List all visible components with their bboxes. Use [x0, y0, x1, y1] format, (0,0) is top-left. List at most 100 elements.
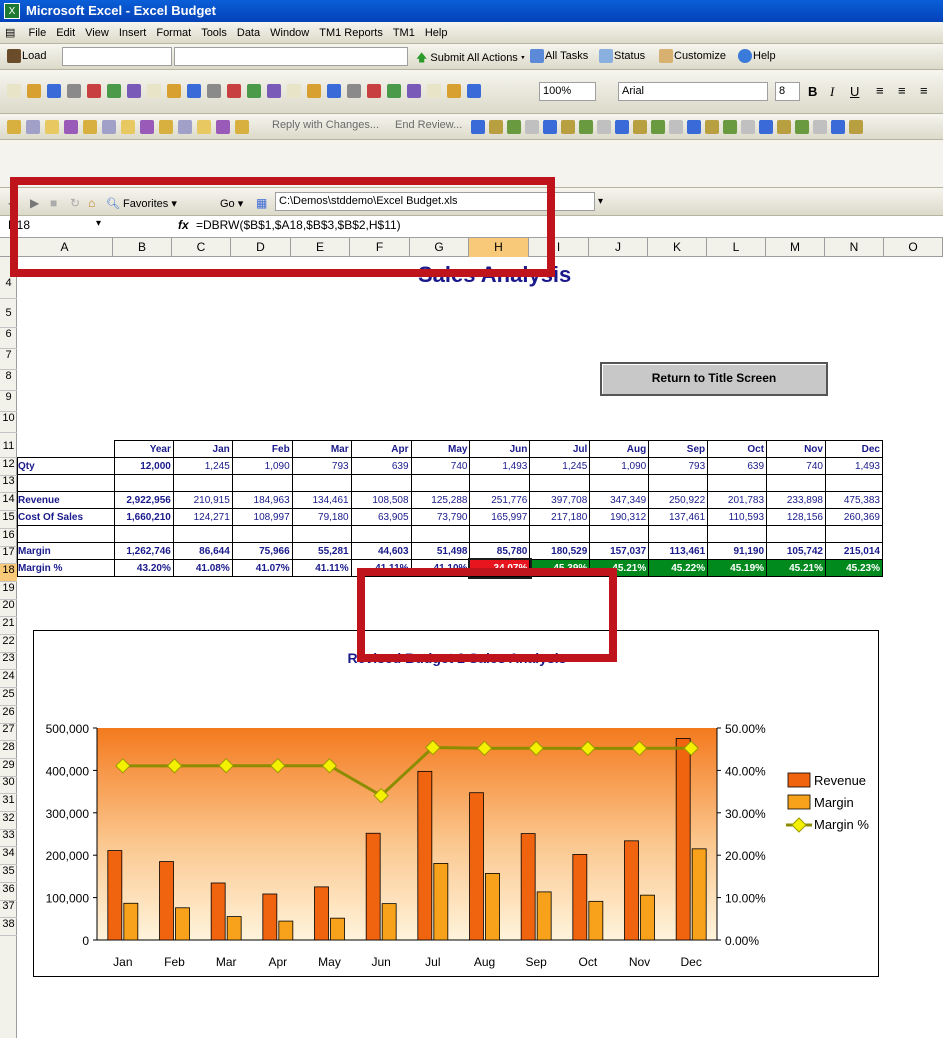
row-header-38[interactable]: 38: [0, 918, 17, 936]
qty-row-cell[interactable]: 639: [350, 457, 412, 475]
italic-button[interactable]: I: [830, 84, 834, 100]
blank-row-cell[interactable]: [469, 525, 531, 543]
revenue-row-cell[interactable]: 201,783: [707, 491, 768, 509]
qty-row-cell[interactable]: 639: [707, 457, 768, 475]
view-combo[interactable]: [174, 47, 408, 66]
header-row-cell[interactable]: Jan: [172, 440, 233, 458]
qty-row-cell[interactable]: 1,493: [469, 457, 531, 475]
margin-pct-row-cell[interactable]: 45.23%: [824, 559, 884, 577]
toolbar-icon[interactable]: [723, 120, 737, 134]
margin-pct-row-cell[interactable]: 41.11%: [291, 559, 352, 577]
row-header-17[interactable]: 17: [0, 546, 17, 565]
toolbar-icon[interactable]: [579, 120, 593, 134]
margin-bar[interactable]: [691, 848, 707, 941]
cost-row-cell[interactable]: 108,997: [231, 508, 293, 526]
toolbar-icon[interactable]: [127, 84, 141, 98]
blank-row-cell[interactable]: [648, 474, 709, 492]
blank-row-cell[interactable]: [589, 474, 650, 492]
qty-row-cell[interactable]: 12,000: [113, 457, 174, 475]
server-combo[interactable]: [62, 47, 172, 66]
size-combo[interactable]: 8: [775, 82, 800, 101]
blank-row-cell[interactable]: [113, 474, 174, 492]
toolbar-icon[interactable]: [207, 84, 221, 98]
toolbar-icon[interactable]: [467, 84, 481, 98]
bold-button[interactable]: B: [808, 84, 817, 99]
row-header-5[interactable]: 5: [0, 307, 17, 328]
row-header-35[interactable]: 35: [0, 865, 17, 883]
toolbar-icon[interactable]: [267, 84, 281, 98]
load-button[interactable]: Load: [6, 49, 46, 63]
margin-bar[interactable]: [381, 903, 397, 941]
revenue-bar[interactable]: [365, 832, 381, 941]
column-header-j[interactable]: J: [589, 238, 648, 257]
row-header-24[interactable]: 24: [0, 670, 17, 689]
header-row-cell[interactable]: Nov: [766, 440, 826, 458]
align-center-icon[interactable]: ≡: [898, 83, 906, 98]
toolbar-icon[interactable]: [543, 120, 557, 134]
revenue-row-cell[interactable]: 125,288: [410, 491, 471, 509]
toolbar-icon[interactable]: [216, 120, 230, 134]
margin-row-cell[interactable]: 75,966: [231, 542, 293, 560]
header-row-cell[interactable]: Oct: [707, 440, 768, 458]
margin-row-cell[interactable]: 44,603: [350, 542, 412, 560]
toolbar-icon[interactable]: [347, 84, 361, 98]
margin-bar[interactable]: [588, 900, 604, 941]
margin-row-cell[interactable]: 157,037: [589, 542, 650, 560]
cost-row-cell[interactable]: 124,271: [172, 508, 233, 526]
header-row-cell[interactable]: Jun: [469, 440, 531, 458]
toolbar-icon[interactable]: [287, 84, 301, 98]
menu-tm1[interactable]: TM1: [388, 23, 420, 39]
toolbar-icon[interactable]: [525, 120, 539, 134]
toolbar-icon[interactable]: [741, 120, 755, 134]
header-row-cell[interactable]: Apr: [350, 440, 412, 458]
margin-bar[interactable]: [485, 873, 500, 941]
margin-bar[interactable]: [330, 917, 345, 941]
row-header-34[interactable]: 34: [0, 847, 17, 866]
column-header-m[interactable]: M: [766, 238, 825, 257]
blank-row-cell[interactable]: [231, 525, 293, 543]
row-header-16[interactable]: 16: [0, 529, 17, 547]
revenue-row-cell[interactable]: 250,922: [648, 491, 709, 509]
toolbar-icon[interactable]: [7, 120, 21, 134]
toolbar-icon[interactable]: [597, 120, 611, 134]
toolbar-icon[interactable]: [489, 120, 503, 134]
cost-row-cell[interactable]: 110,593: [707, 508, 768, 526]
qty-row-cell[interactable]: 740: [766, 457, 826, 475]
blank-row-cell[interactable]: [291, 474, 352, 492]
header-row-cell[interactable]: Mar: [291, 440, 352, 458]
margin-row-cell[interactable]: 180,529: [529, 542, 591, 560]
revenue-row-cell[interactable]: 251,776: [469, 491, 531, 509]
row-header-30[interactable]: 30: [0, 776, 17, 795]
blank-row-cell[interactable]: [529, 525, 591, 543]
revenue-bar[interactable]: [624, 840, 639, 941]
row-header-22[interactable]: 22: [0, 635, 17, 653]
toolbar-icon[interactable]: [27, 84, 41, 98]
row-header-32[interactable]: 32: [0, 812, 17, 830]
status-button[interactable]: Status: [598, 49, 645, 63]
all-tasks-button[interactable]: All Tasks: [529, 49, 588, 63]
address-dropdown-icon[interactable]: ▾: [598, 196, 603, 207]
row-header-25[interactable]: 25: [0, 688, 17, 706]
toolbar-icon[interactable]: [83, 120, 97, 134]
revenue-bar[interactable]: [520, 833, 536, 941]
menu-view[interactable]: View: [80, 23, 114, 39]
qty-row-cell[interactable]: 740: [410, 457, 471, 475]
margin-row-cell[interactable]: 51,498: [410, 542, 471, 560]
underline-button[interactable]: U: [850, 84, 859, 99]
margin-row-cell[interactable]: 1,262,746: [113, 542, 174, 560]
toolbar-icon[interactable]: [227, 84, 241, 98]
help-button[interactable]: Help: [737, 49, 776, 63]
margin-bar[interactable]: [123, 902, 139, 941]
row-header-6[interactable]: 6: [0, 328, 17, 349]
row-header-18[interactable]: 18: [0, 563, 17, 582]
revenue-row-cell[interactable]: 2,922,956: [113, 491, 174, 509]
blank-row-cell[interactable]: [589, 525, 650, 543]
header-row-cell[interactable]: Year: [113, 440, 174, 458]
toolbar-icon[interactable]: [102, 120, 116, 134]
revenue-row-cell[interactable]: 134,461: [291, 491, 352, 509]
margin-bar[interactable]: [433, 863, 449, 941]
blank-row-cell[interactable]: [410, 474, 471, 492]
row-header-11[interactable]: 11: [0, 440, 17, 458]
header-row-cell[interactable]: Aug: [589, 440, 650, 458]
cost-row-cell[interactable]: 137,461: [648, 508, 709, 526]
